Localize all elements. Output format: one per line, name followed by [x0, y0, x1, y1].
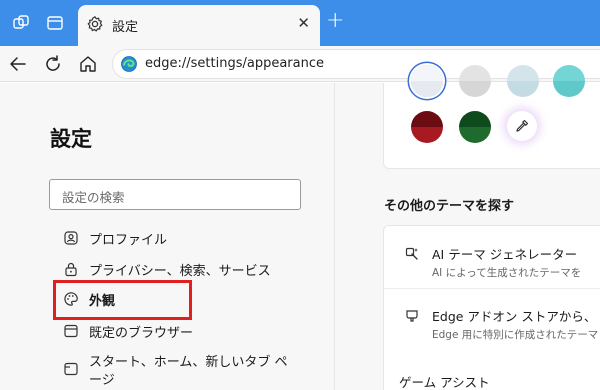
eyedropper-icon [516, 119, 529, 132]
ai-wand-icon [405, 247, 418, 260]
back-arrow-icon[interactable] [7, 53, 29, 75]
custom-color-picker[interactable] [507, 111, 537, 141]
highlight-box [53, 280, 192, 320]
browser-icon [64, 324, 78, 338]
row-divider [384, 288, 600, 289]
workspaces-icon[interactable] [12, 14, 30, 32]
sidebar-item-label: プロファイル [89, 233, 168, 248]
edge-logo-icon [121, 56, 137, 72]
sidebar-item-label: 既定のブラウザー [89, 326, 194, 341]
search-input[interactable]: 設定の検索 [49, 179, 301, 210]
refresh-icon[interactable] [42, 53, 64, 75]
ai-theme-generator-title[interactable]: AI テーマ ジェネレーター [432, 244, 577, 263]
home-icon[interactable] [77, 53, 99, 75]
theme-swatch[interactable] [553, 65, 585, 97]
page-title: 設定 [50, 127, 92, 151]
gear-icon [87, 16, 103, 32]
profile-icon [64, 231, 78, 245]
tab-title: 設定 [112, 20, 139, 35]
theme-swatch[interactable] [411, 111, 443, 143]
search-placeholder: 設定の検索 [62, 190, 125, 205]
theme-swatch[interactable] [507, 65, 539, 97]
settings-sidebar: 設定 設定の検索 プロファイル プライバシー、検索、サービス 外観 既定のブラウ… [0, 83, 335, 390]
store-icon [406, 310, 418, 322]
sidebar-item-label: スタート、ホーム、新しいタブ ペ [89, 355, 288, 370]
edge-addons-title[interactable]: Edge アドオン ストアから、 [432, 306, 596, 325]
lock-icon [65, 262, 77, 277]
section-title: その他のテーマを探す [384, 199, 515, 214]
new-tab-button[interactable]: + [326, 10, 344, 32]
close-icon[interactable]: ✕ [297, 14, 310, 32]
url-text: edge://settings/appearance [145, 56, 324, 71]
panel-divider [334, 83, 335, 390]
theme-swatch[interactable] [459, 65, 491, 97]
title-bar: 設定 ✕ + [0, 0, 600, 46]
game-assist-title: ゲーム アシスト [399, 375, 490, 390]
edge-addons-subtitle: Edge 用に特別に作成されたテーマ [432, 329, 599, 341]
theme-swatch[interactable] [459, 111, 491, 143]
tab-settings[interactable]: 設定 ✕ [78, 5, 320, 46]
theme-swatch[interactable] [411, 65, 443, 97]
ai-theme-generator-subtitle: AI によって生成されたテーマを [432, 267, 582, 279]
tab-icon [64, 362, 78, 376]
more-themes-card: AI テーマ ジェネレーター AI によって生成されたテーマを Edge アドオ… [383, 225, 600, 390]
sidebar-item-label-line2: ージ [89, 373, 115, 388]
tab-actions-icon[interactable] [46, 14, 64, 32]
settings-page: 設定 設定の検索 プロファイル プライバシー、検索、サービス 外観 既定のブラウ… [0, 65, 600, 390]
sidebar-item-label: プライバシー、検索、サービス [89, 264, 271, 279]
